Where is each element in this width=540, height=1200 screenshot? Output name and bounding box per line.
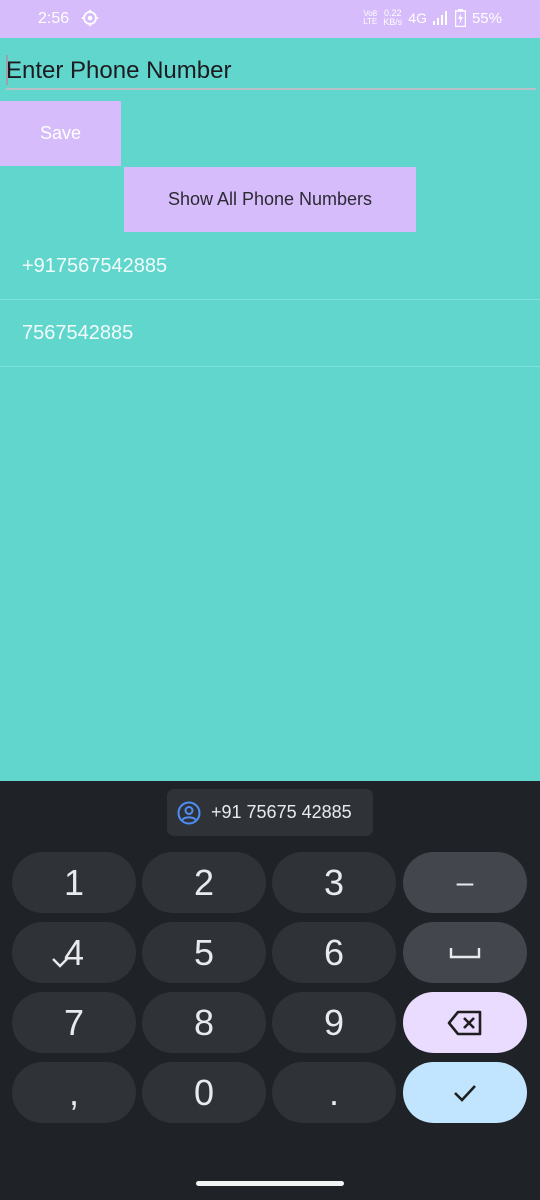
volte-indicator: Vo8 LTE bbox=[363, 10, 377, 26]
hide-keyboard-chevron-icon[interactable] bbox=[50, 956, 70, 970]
text-cursor bbox=[6, 55, 8, 85]
key-comma[interactable]: , bbox=[12, 1062, 136, 1123]
key-7[interactable]: 7 bbox=[12, 992, 136, 1053]
key-4[interactable]: 4 bbox=[12, 922, 136, 983]
list-item[interactable]: 7567542885 bbox=[0, 300, 540, 367]
done-key[interactable] bbox=[403, 1062, 527, 1123]
key-6[interactable]: 6 bbox=[272, 922, 396, 983]
backspace-key[interactable] bbox=[403, 992, 527, 1053]
key-2[interactable]: 2 bbox=[142, 852, 266, 913]
volte-bottom-text: LTE bbox=[363, 17, 378, 26]
show-all-phone-numbers-button[interactable]: Show All Phone Numbers bbox=[124, 167, 416, 232]
key-9[interactable]: 9 bbox=[272, 992, 396, 1053]
backspace-icon bbox=[447, 1010, 482, 1035]
key-0[interactable]: 0 bbox=[142, 1062, 266, 1123]
contact-avatar-icon bbox=[177, 801, 201, 824]
signal-icon bbox=[432, 11, 447, 25]
settings-gear-icon bbox=[81, 9, 99, 27]
phone-number-list: +917567542885 7567542885 bbox=[0, 233, 540, 367]
net-speed-unit: KB/s bbox=[383, 17, 403, 27]
status-bar: 2:56 Vo8 LTE 0.22 KB/s 4G 55% bbox=[0, 0, 540, 38]
checkmark-icon bbox=[454, 1084, 476, 1102]
status-time: 2:56 bbox=[38, 10, 70, 27]
key-period[interactable]: . bbox=[272, 1062, 396, 1123]
network-type: 4G bbox=[408, 10, 427, 26]
save-button[interactable]: Save bbox=[0, 101, 121, 166]
key-8[interactable]: 8 bbox=[142, 992, 266, 1053]
gesture-home-bar[interactable] bbox=[196, 1181, 344, 1186]
net-speed: 0.22 KB/s bbox=[383, 9, 402, 27]
list-item[interactable]: +917567542885 bbox=[0, 233, 540, 300]
phone-number-input[interactable] bbox=[6, 54, 536, 90]
key-dash[interactable]: – bbox=[403, 852, 527, 913]
status-icons: Vo8 LTE 0.22 KB/s 4G 55% bbox=[363, 9, 502, 27]
key-5[interactable]: 5 bbox=[142, 922, 266, 983]
numeric-keyboard: +91 75675 42885 1 2 3 – 4 5 6 7 8 9 , 0 … bbox=[0, 781, 540, 1200]
battery-icon bbox=[454, 9, 466, 27]
key-3[interactable]: 3 bbox=[272, 852, 396, 913]
suggestion-text: +91 75675 42885 bbox=[211, 802, 352, 822]
space-key[interactable] bbox=[403, 922, 527, 983]
space-bar-icon bbox=[449, 947, 481, 958]
key-1[interactable]: 1 bbox=[12, 852, 136, 913]
contact-suggestion-chip[interactable]: +91 75675 42885 bbox=[167, 789, 373, 836]
battery-percent: 55% bbox=[471, 9, 502, 27]
